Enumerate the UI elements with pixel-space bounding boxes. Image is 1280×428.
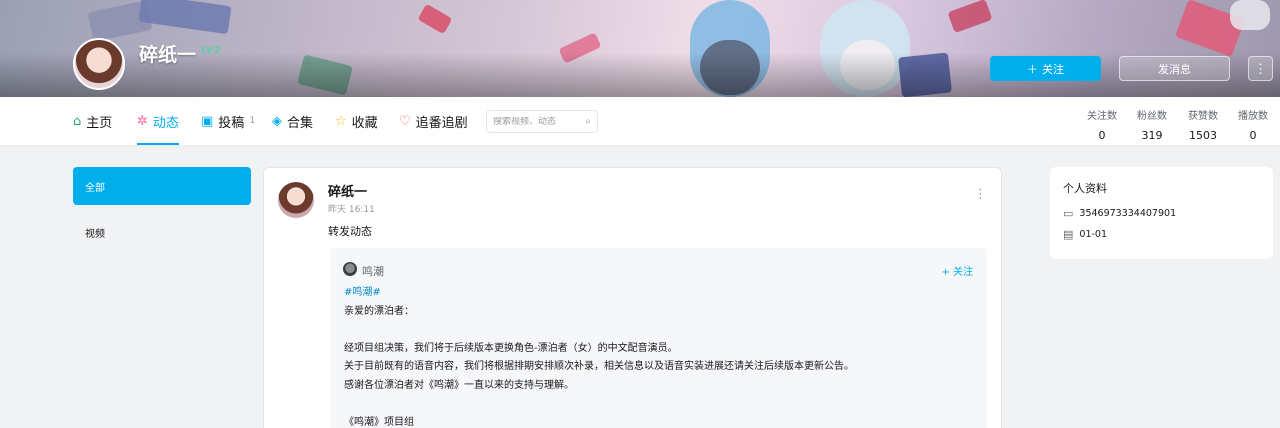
tab-bangumi[interactable]: ♡ 追番追剧 bbox=[399, 97, 468, 145]
original-author-name[interactable]: 鸣潮 bbox=[362, 263, 384, 279]
topic-tag[interactable]: #鸣潮# bbox=[344, 284, 973, 303]
uid-icon: ▭ bbox=[1063, 207, 1074, 220]
tab-favorites[interactable]: ☆ 收藏 bbox=[335, 97, 378, 145]
profile-title: 个人资料 bbox=[1063, 182, 1107, 195]
tab-uploads[interactable]: ▣ 投稿 1 bbox=[201, 97, 255, 145]
content-blank-line bbox=[344, 321, 973, 340]
content-line: 关于目前既有的语音内容，我们将根据排期安排顺次补录，相关信息以及语音实装进展还请… bbox=[344, 361, 854, 373]
birthday-row: ▤ 01-01 bbox=[1063, 228, 1107, 241]
tab-collections[interactable]: ◈ 合集 bbox=[272, 97, 313, 145]
uid-value: 3546973334407901 bbox=[1079, 208, 1177, 219]
username: 碎纸一 bbox=[139, 44, 197, 66]
send-message-button[interactable]: 发消息 bbox=[1119, 56, 1230, 81]
home-icon: ⌂ bbox=[73, 113, 82, 129]
forwarded-post[interactable]: 鸣潮 + 关注 #鸣潮# 亲爱的漂泊者： 经项目组决策，我们将于后续版本更换角色… bbox=[330, 248, 987, 428]
plus-icon: ＋ bbox=[1027, 63, 1038, 76]
stat-fans[interactable]: 粉丝数 319 bbox=[1127, 107, 1177, 142]
more-options-icon[interactable]: ⋮ bbox=[974, 187, 987, 202]
content-blank-line bbox=[344, 396, 973, 415]
post-text: 转发动态 bbox=[328, 225, 372, 238]
level-badge: LV2 bbox=[201, 45, 221, 56]
stat-plays: 播放数 0 bbox=[1238, 111, 1268, 142]
original-follow-button[interactable]: + 关注 bbox=[941, 263, 973, 278]
calendar-icon: ▤ bbox=[1063, 228, 1074, 241]
filter-all[interactable]: 全部 bbox=[73, 167, 251, 205]
follow-button[interactable]: ＋ 关注 bbox=[990, 56, 1101, 81]
content-line: 亲爱的漂泊者： bbox=[344, 305, 414, 317]
tab-dynamic[interactable]: ✲ 动态 bbox=[137, 97, 179, 145]
birthday-value: 01-01 bbox=[1079, 229, 1108, 240]
profile-info-panel: 个人资料 ▭ 3546973334407901 ▤ 01-01 bbox=[1050, 167, 1273, 259]
dynamic-icon: ✲ bbox=[137, 113, 148, 129]
search-box: ⌕ bbox=[486, 110, 598, 133]
video-icon: ▣ bbox=[201, 113, 214, 129]
search-input[interactable] bbox=[493, 116, 573, 127]
tab-home[interactable]: ⌂ 主页 bbox=[73, 97, 112, 145]
profile-nav: ⌂ 主页 ✲ 动态 ▣ 投稿 1 ◈ 合集 ☆ 收藏 ♡ 追番追剧 ⌕ 关注数 … bbox=[0, 97, 1280, 145]
author-avatar[interactable] bbox=[278, 182, 314, 218]
layers-icon: ◈ bbox=[272, 113, 282, 129]
original-author-avatar[interactable] bbox=[343, 262, 357, 276]
post-time: 昨天 16:11 bbox=[328, 205, 375, 215]
content-line: 经项目组决策，我们将于后续版本更换角色-漂泊者（女）的中文配音演员。 bbox=[344, 342, 678, 354]
dynamic-filter: 全部 视频 bbox=[73, 167, 251, 259]
heart-icon: ♡ bbox=[399, 113, 411, 129]
author-name[interactable]: 碎纸一 bbox=[328, 181, 367, 200]
star-icon: ☆ bbox=[335, 113, 347, 129]
stat-likes: 获赞数 1503 bbox=[1188, 111, 1218, 142]
content-line: 《鸣潮》项目组 bbox=[344, 417, 414, 428]
dynamic-card: 碎纸一 昨天 16:11 ⋮ 转发动态 鸣潮 + 关注 #鸣潮# 亲爱的漂泊者：… bbox=[263, 167, 1002, 428]
user-avatar[interactable] bbox=[73, 38, 125, 90]
content-line: 感谢各位漂泊者对《鸣潮》一直以来的支持与理解。 bbox=[344, 379, 574, 391]
filter-video[interactable]: 视频 bbox=[73, 213, 251, 251]
more-vertical-icon[interactable]: ⋮ bbox=[1248, 56, 1273, 81]
search-icon[interactable]: ⌕ bbox=[585, 116, 591, 127]
uid-row: ▭ 3546973334407901 bbox=[1063, 207, 1176, 220]
forwarded-content: #鸣潮# 亲爱的漂泊者： 经项目组决策，我们将于后续版本更换角色-漂泊者（女）的… bbox=[344, 284, 973, 428]
stat-following[interactable]: 关注数 0 bbox=[1077, 107, 1127, 142]
